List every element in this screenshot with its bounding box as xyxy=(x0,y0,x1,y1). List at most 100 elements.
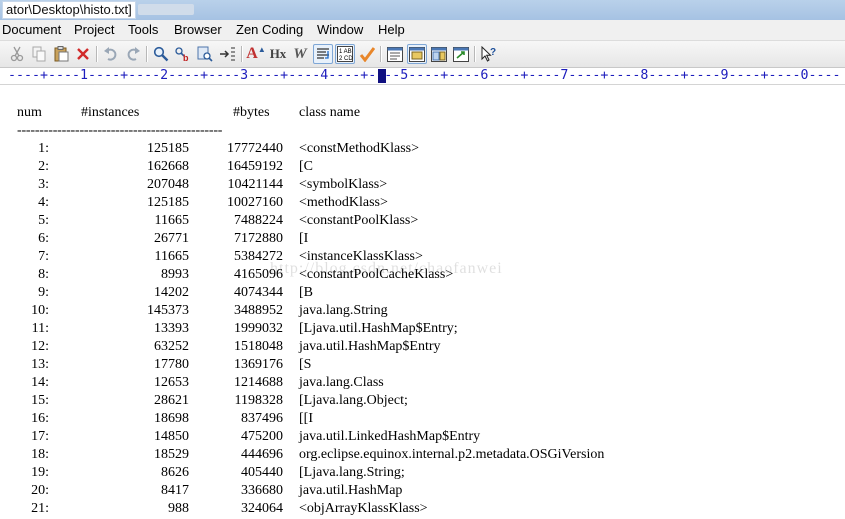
row-instances: 18529 xyxy=(154,447,189,462)
svg-text:2 CD: 2 CD xyxy=(339,56,353,62)
svg-text:b: b xyxy=(183,53,189,62)
row-bytes: 1518048 xyxy=(234,339,283,354)
row-class-name: <constantPoolKlass> xyxy=(299,213,419,228)
font-size-label: A xyxy=(246,45,258,62)
title-bar: ator\Desktop\histo.txt] xyxy=(0,0,845,21)
title-blurred-area xyxy=(138,4,194,15)
row-class-name: java.util.HashMap$Entry xyxy=(299,339,441,354)
copy-icon[interactable] xyxy=(29,44,49,64)
row-class-name: <symbolKlass> xyxy=(299,177,388,192)
ruler-gutter xyxy=(0,68,6,84)
row-bytes: 3488952 xyxy=(234,303,283,318)
row-num: 3: xyxy=(38,177,49,192)
row-instances: 14850 xyxy=(154,429,189,444)
toolbar-separator xyxy=(241,46,243,62)
row-bytes: 1999032 xyxy=(234,321,283,336)
hx-icon[interactable]: Hx xyxy=(268,44,288,64)
row-instances: 11665 xyxy=(154,213,189,228)
spell-check-icon[interactable] xyxy=(357,44,377,64)
toolbar-separator xyxy=(380,46,382,62)
browser-preview-icon[interactable] xyxy=(451,44,471,64)
row-num: 1: xyxy=(38,141,49,156)
row-bytes: 5384272 xyxy=(234,249,283,264)
row-bytes: 1198328 xyxy=(234,393,283,408)
row-instances: 207048 xyxy=(147,177,189,192)
row-num: 7: xyxy=(38,249,49,264)
row-bytes: 475200 xyxy=(241,429,283,444)
row-num: 20: xyxy=(31,483,49,498)
row-instances: 8417 xyxy=(161,483,189,498)
column-ruler: ----+----1----+----2----+----3----+----4… xyxy=(0,68,845,85)
replace-icon[interactable]: b xyxy=(173,44,193,64)
row-bytes: 7172880 xyxy=(234,231,283,246)
row-class-name: java.util.HashMap xyxy=(299,483,403,498)
row-num: 12: xyxy=(31,339,49,354)
svg-text:1 AB: 1 AB xyxy=(339,49,352,55)
row-num: 6: xyxy=(38,231,49,246)
row-class-name: [S xyxy=(299,357,312,372)
ruler-cursor-marker xyxy=(378,69,386,83)
row-instances: 125185 xyxy=(147,195,189,210)
row-num: 5: xyxy=(38,213,49,228)
row-class-name: org.eclipse.equinox.internal.p2.metadata… xyxy=(299,447,605,462)
redo-icon[interactable] xyxy=(123,44,143,64)
font-size-arrow-icon: ▲ xyxy=(257,44,266,54)
row-instances: 145373 xyxy=(147,303,189,318)
row-class-name: <constMethodKlass> xyxy=(299,141,420,156)
paste-icon[interactable] xyxy=(51,44,71,64)
find-in-files-icon[interactable] xyxy=(195,44,215,64)
view-mode-2-icon[interactable] xyxy=(407,44,427,64)
line-numbers-icon[interactable]: 1 AB 2 CD xyxy=(335,44,355,64)
row-instances: 8626 xyxy=(161,465,189,480)
row-instances: 8993 xyxy=(161,267,189,282)
header-num: num xyxy=(17,105,42,120)
header-row: num #instances #bytes class name xyxy=(17,104,360,122)
row-instances: 988 xyxy=(168,501,189,516)
row-bytes: 4074344 xyxy=(234,285,283,300)
row-num: 2: xyxy=(38,159,49,174)
delete-icon[interactable] xyxy=(73,44,93,64)
row-num: 14: xyxy=(31,375,49,390)
row-bytes: 4165096 xyxy=(234,267,283,282)
row-bytes: 16459192 xyxy=(227,159,283,174)
row-bytes: 10027160 xyxy=(227,195,283,210)
row-instances: 18698 xyxy=(154,411,189,426)
undo-icon[interactable] xyxy=(101,44,121,64)
svg-text:?: ? xyxy=(490,47,496,58)
row-num: 19: xyxy=(31,465,49,480)
row-class-name: [Ljava.util.HashMap$Entry; xyxy=(299,321,458,336)
menu-document[interactable]: Document xyxy=(2,22,61,38)
menu-tools[interactable]: Tools xyxy=(128,22,158,38)
row-class-name: [Ljava.lang.Object; xyxy=(299,393,408,408)
row-class-name: <methodKlass> xyxy=(299,195,388,210)
menu-browser[interactable]: Browser xyxy=(174,22,222,38)
hx-label: Hx xyxy=(269,46,287,61)
menu-window[interactable]: Window xyxy=(317,22,363,38)
row-instances: 63252 xyxy=(154,339,189,354)
word-wrap-icon[interactable] xyxy=(313,44,333,64)
row-num: 4: xyxy=(38,195,49,210)
italic-w-icon[interactable]: W xyxy=(290,44,310,64)
menu-help[interactable]: Help xyxy=(378,22,405,38)
row-bytes: 324064 xyxy=(241,501,283,516)
row-bytes: 336680 xyxy=(241,483,283,498)
find-icon[interactable] xyxy=(151,44,171,64)
row-class-name: [C xyxy=(299,159,313,174)
row-class-name: java.lang.Class xyxy=(299,375,384,390)
window-title: ator\Desktop\histo.txt] xyxy=(2,1,136,19)
row-bytes: 1369176 xyxy=(234,357,283,372)
view-mode-1-icon[interactable] xyxy=(385,44,405,64)
cut-icon[interactable] xyxy=(7,44,27,64)
editor-area[interactable]: num #instances #bytes class name -------… xyxy=(0,86,845,519)
view-mode-3-icon[interactable] xyxy=(429,44,449,64)
row-instances: 125185 xyxy=(147,141,189,156)
row-num: 10: xyxy=(31,303,49,318)
menu-zen-coding[interactable]: Zen Coding xyxy=(236,22,303,38)
row-bytes: 444696 xyxy=(241,447,283,462)
row-instances: 17780 xyxy=(154,357,189,372)
insert-tab-icon[interactable] xyxy=(217,44,237,64)
menu-project[interactable]: Project xyxy=(74,22,114,38)
help-cursor-icon[interactable]: ? xyxy=(479,44,499,64)
row-instances: 28621 xyxy=(154,393,189,408)
font-size-icon[interactable]: A ▲ xyxy=(246,44,266,64)
